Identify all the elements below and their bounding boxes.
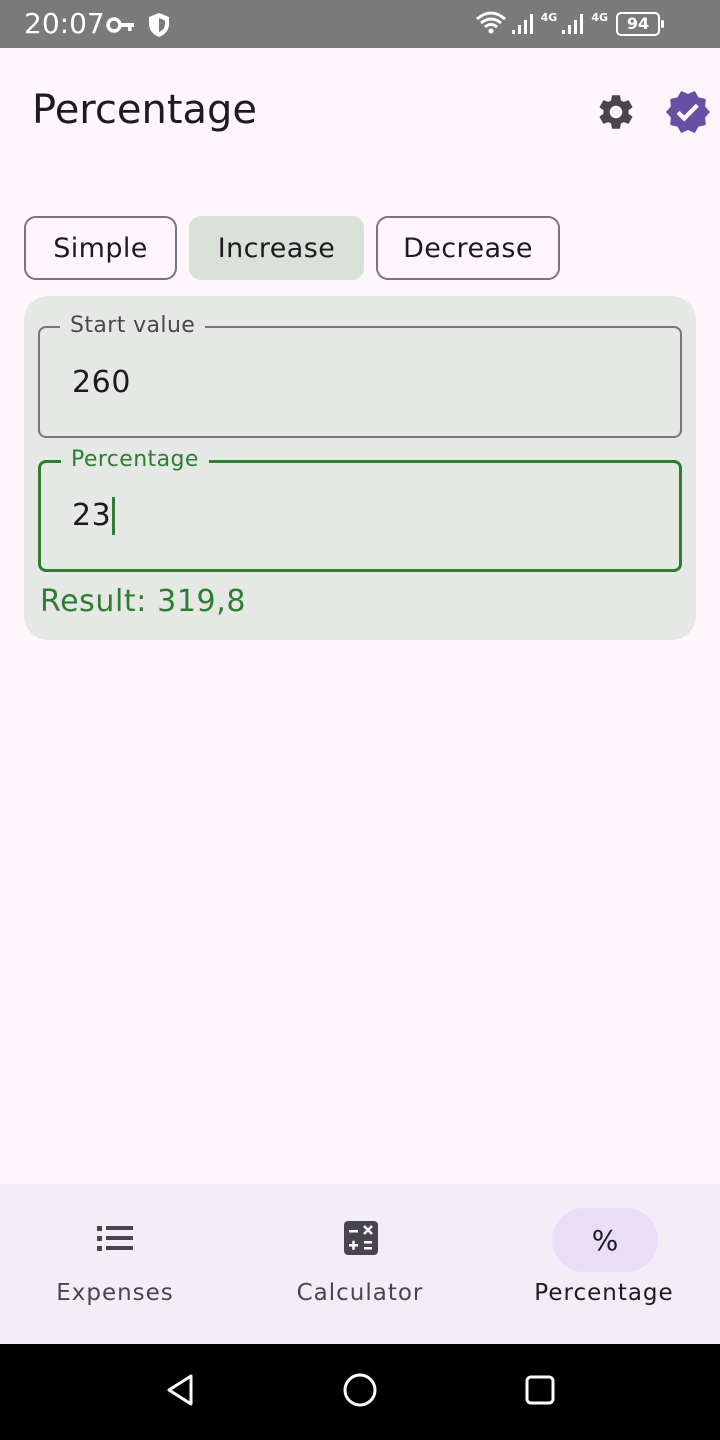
key-icon [106,15,136,39]
status-bar: 20:07 4G 4G 94 [0,0,720,48]
start-value-input[interactable]: 260 [72,364,131,402]
system-back-button[interactable] [156,1368,204,1416]
status-right-icons: 4G 4G [475,10,608,40]
nav-icon-container-selected: % [552,1208,658,1272]
percent-icon: % [591,1223,619,1257]
status-time: 20:07 [24,7,105,40]
tab-decrease[interactable]: Decrease [376,216,560,280]
text-caret [112,497,116,535]
nav-icon-container [62,1208,168,1272]
network-type-label: 4G [540,10,558,24]
calculator-icon [343,1220,379,1260]
system-home-button[interactable] [336,1368,384,1416]
bottom-navigation: Expenses Calculator % Percentage [0,1184,720,1344]
percentage-input-wrap[interactable]: 23 [72,497,116,535]
settings-button[interactable] [592,90,640,138]
top-app-bar: Percentage [0,48,720,176]
nav-icon-container [308,1208,414,1272]
shield-icon [148,12,170,42]
tab-simple[interactable]: Simple [24,216,177,280]
wifi-icon [475,10,507,40]
percentage-card: Start value 260 Percentage 23 Result: 31… [24,296,696,640]
nav-label-expenses: Expenses [56,1280,174,1306]
percentage-field[interactable]: Percentage 23 [38,446,682,572]
status-left-icons [106,12,170,42]
start-value-label: Start value [60,312,206,340]
nav-label-calculator: Calculator [296,1280,424,1306]
verified-button[interactable] [662,88,714,140]
verified-badge-icon [664,88,712,140]
tab-increase[interactable]: Increase [189,216,364,280]
network-type-label: 4G [591,10,608,24]
gear-icon [595,91,637,137]
nav-item-expenses[interactable]: Expenses [0,1184,240,1344]
percentage-label: Percentage [61,446,209,474]
result-text: Result: 319,8 [40,584,247,619]
recents-icon [523,1373,557,1411]
percentage-input[interactable]: 23 [72,498,111,533]
signal-icon [511,10,537,40]
system-recents-button[interactable] [516,1368,564,1416]
nav-item-calculator[interactable]: Calculator [240,1184,480,1344]
system-navigation-bar [0,1344,720,1440]
back-icon [162,1372,198,1412]
page-title: Percentage [32,87,258,133]
home-icon [341,1371,379,1413]
start-value-field[interactable]: Start value 260 [38,312,682,438]
signal-icon [561,10,587,40]
nav-label-percentage: Percentage [534,1280,674,1306]
list-icon [95,1224,135,1256]
nav-item-percentage[interactable]: % Percentage [480,1184,720,1344]
battery-icon: 94 [616,12,664,36]
